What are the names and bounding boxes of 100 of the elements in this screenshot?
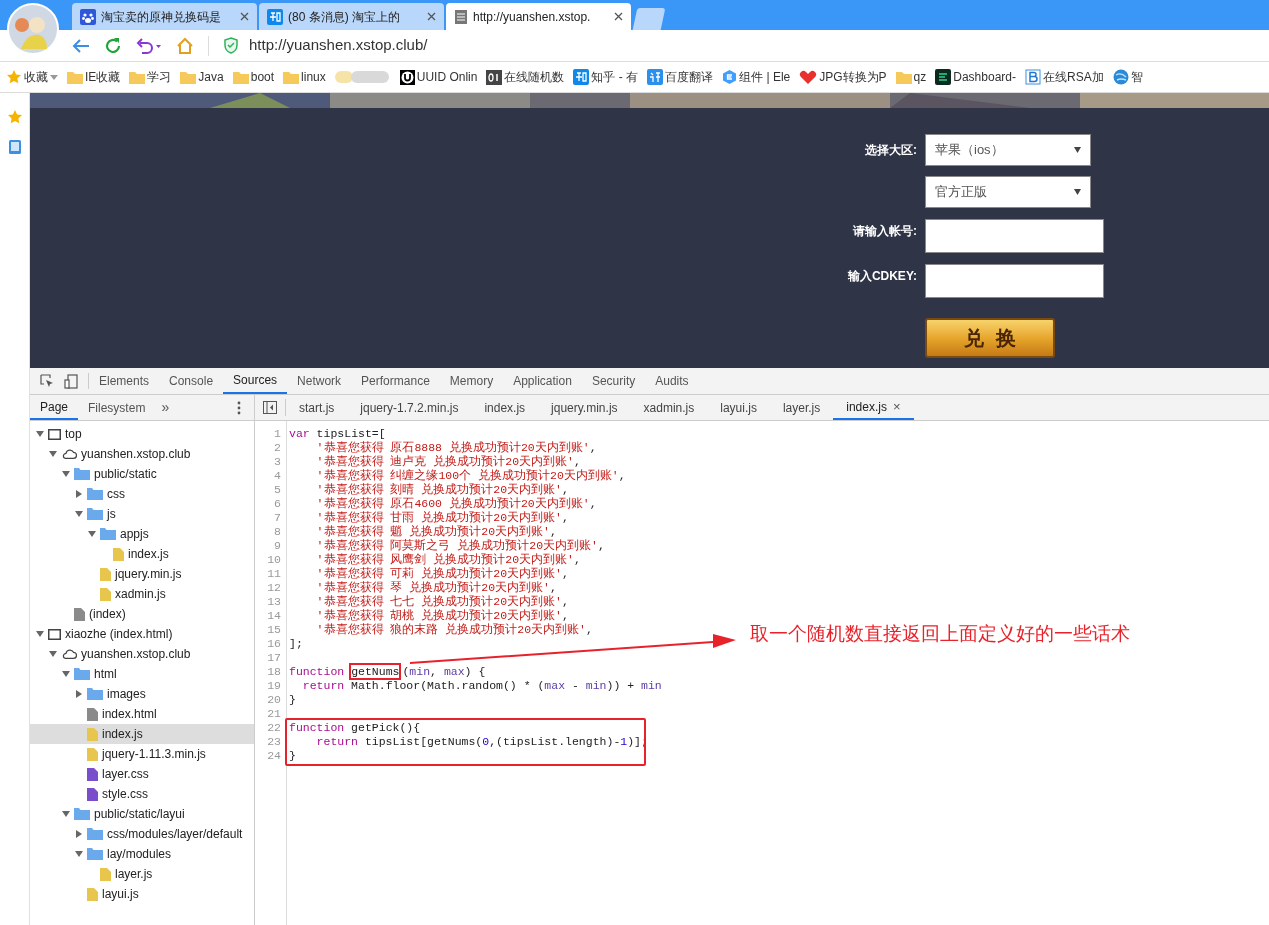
sidebar-toggle-icon[interactable]: [263, 401, 277, 414]
close-icon[interactable]: [240, 12, 249, 21]
line-number: 5: [273, 483, 282, 497]
collapsed-arrow-icon[interactable]: [75, 490, 83, 498]
avatar[interactable]: [7, 3, 59, 55]
collapsed-arrow-icon[interactable]: [75, 830, 83, 838]
bookmark[interactable]: boot: [232, 68, 275, 86]
tree-item[interactable]: layui.js: [30, 884, 254, 904]
panel-tab[interactable]: Audits: [645, 368, 699, 394]
editor-tab[interactable]: jquery-1.7.2.min.js: [347, 395, 472, 420]
tablet-icon[interactable]: [7, 139, 22, 155]
tree-item[interactable]: layer.js: [30, 864, 254, 884]
panel-tab[interactable]: Console: [159, 368, 224, 394]
expanded-arrow-icon[interactable]: [75, 850, 83, 858]
expanded-arrow-icon[interactable]: [88, 530, 96, 538]
bookmark[interactable]: 学习: [129, 68, 172, 86]
tree-item[interactable]: xadmin.js: [30, 584, 254, 604]
input-field[interactable]: [925, 219, 1104, 253]
inspect-icon[interactable]: [40, 374, 54, 388]
folder-icon: [87, 848, 103, 860]
bookmark[interactable]: qz: [895, 68, 927, 86]
navigator-tab[interactable]: Filesystem: [78, 395, 156, 420]
address-field[interactable]: http://yuanshen.xstop.club/: [249, 34, 428, 57]
bookmark[interactable]: 百度翻译: [647, 68, 714, 86]
navigator-tab[interactable]: Page: [30, 395, 79, 420]
tree-item[interactable]: jquery.min.js: [30, 564, 254, 584]
editor-tab[interactable]: index.js: [471, 395, 539, 420]
expanded-arrow-icon[interactable]: [62, 810, 70, 818]
tree-item[interactable]: index.js: [30, 724, 254, 744]
star-icon[interactable]: [6, 109, 23, 125]
bookmark[interactable]: IE收藏: [67, 68, 121, 86]
expanded-arrow-icon[interactable]: [62, 670, 70, 678]
bookmark[interactable]: Dashboard-: [935, 68, 1016, 86]
panel-tab[interactable]: Performance: [351, 368, 440, 394]
tree-item[interactable]: css/modules/layer/default: [30, 824, 254, 844]
expanded-arrow-icon[interactable]: [49, 650, 57, 658]
tree-item[interactable]: css: [30, 484, 254, 504]
tree-item[interactable]: yuanshen.xstop.club: [30, 644, 254, 664]
panel-tab[interactable]: Application: [503, 368, 582, 394]
tree-item[interactable]: index.js: [30, 544, 254, 564]
back-icon[interactable]: [72, 37, 90, 54]
undo-icon[interactable]: [136, 36, 162, 55]
tree-item[interactable]: public/static: [30, 464, 254, 484]
code-line: function getPick(){: [288, 721, 421, 735]
expanded-arrow-icon[interactable]: [62, 470, 70, 478]
panel-tab[interactable]: Memory: [439, 368, 504, 394]
tree-item[interactable]: style.css: [30, 784, 254, 804]
tree-item[interactable]: index.html: [30, 704, 254, 724]
editor-tab[interactable]: layui.js: [707, 395, 770, 420]
bookmark[interactable]: JPG转换为P: [799, 68, 887, 86]
bookmark[interactable]: linux: [283, 68, 326, 86]
device-icon[interactable]: [64, 373, 78, 389]
collapsed-arrow-icon[interactable]: [75, 690, 83, 698]
editor-tab[interactable]: start.js: [286, 395, 348, 420]
panel-tab[interactable]: Elements: [89, 368, 160, 394]
code-line: var tipsList=[: [288, 427, 386, 441]
tree-item[interactable]: xiaozhe (index.html): [30, 624, 254, 644]
tree-item[interactable]: (index): [30, 604, 254, 624]
select-field[interactable]: 苹果（ios）: [925, 134, 1091, 166]
panel-tab[interactable]: Network: [287, 368, 352, 394]
editor-tab[interactable]: jquery.min.js: [538, 395, 631, 420]
bookmark[interactable]: UUID Onlin: [399, 68, 478, 86]
tree-item[interactable]: appjs: [30, 524, 254, 544]
tree-item[interactable]: jquery-1.11.3.min.js: [30, 744, 254, 764]
tree-item[interactable]: yuanshen.xstop.club: [30, 444, 254, 464]
browser-tab[interactable]: (80 条消息) 淘宝上的: [259, 3, 444, 30]
tree-item[interactable]: images: [30, 684, 254, 704]
tree-item[interactable]: layer.css: [30, 764, 254, 784]
bookmark[interactable]: 收藏: [6, 68, 58, 86]
bookmark[interactable]: 知乎 - 有: [573, 68, 639, 86]
close-button[interactable]: ×: [892, 396, 901, 417]
select-field[interactable]: 官方正版: [925, 176, 1091, 208]
tree-item[interactable]: lay/modules: [30, 844, 254, 864]
editor-tab[interactable]: xadmin.js: [630, 395, 708, 420]
tree-item[interactable]: top: [30, 424, 254, 444]
bookmark[interactable]: Java: [180, 68, 224, 86]
folder-icon: [895, 70, 912, 84]
bookmark[interactable]: 在线RSA加: [1025, 68, 1104, 86]
tree-item[interactable]: public/static/layui: [30, 804, 254, 824]
expanded-arrow-icon[interactable]: [36, 430, 44, 438]
shield-icon[interactable]: [223, 37, 239, 54]
input-field[interactable]: [925, 264, 1104, 298]
tree-item[interactable]: html: [30, 664, 254, 684]
bookmark[interactable]: 在线随机数: [486, 68, 565, 86]
editor-tab[interactable]: index.js ×: [833, 395, 914, 420]
panel-tab[interactable]: Security: [581, 368, 646, 394]
expanded-arrow-icon[interactable]: [75, 510, 83, 518]
more-tabs-button[interactable]: »: [155, 395, 176, 420]
browser-tab[interactable]: http://yuanshen.xstop.: [446, 3, 631, 30]
redeem-button[interactable]: 兑 换: [925, 318, 1055, 358]
expanded-arrow-icon[interactable]: [49, 450, 57, 458]
editor-tab[interactable]: layer.js: [769, 395, 834, 420]
close-icon[interactable]: [427, 12, 436, 21]
expanded-arrow-icon[interactable]: [36, 630, 44, 638]
bookmark[interactable]: 组件 | Ele: [722, 68, 791, 86]
tree-item[interactable]: js: [30, 504, 254, 524]
bookmark[interactable]: 智: [1112, 68, 1143, 86]
browser-tab[interactable]: 淘宝卖的原神兑换码是: [72, 3, 257, 30]
close-icon[interactable]: [614, 12, 623, 21]
refresh-icon[interactable]: [104, 36, 122, 55]
